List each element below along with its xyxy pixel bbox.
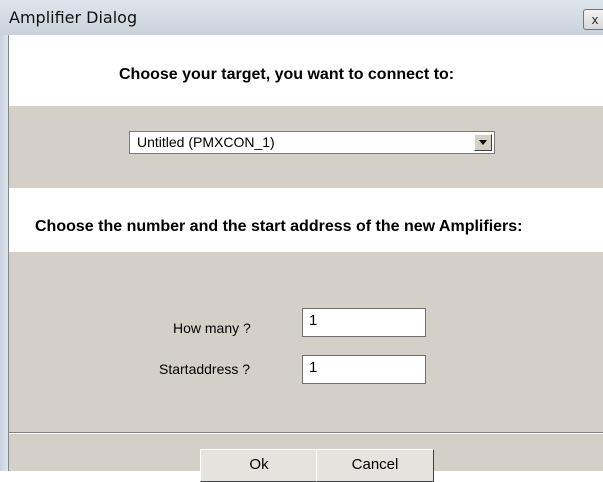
dropdown-toggle-button[interactable] [474, 134, 492, 151]
amplifier-dialog-window: Amplifier Dialog x Choose your target, y… [0, 0, 603, 482]
cancel-button[interactable]: Cancel [316, 449, 434, 482]
startaddress-label: Startaddress ? [159, 361, 251, 377]
close-button[interactable]: x [583, 9, 603, 30]
ok-button[interactable]: Ok [200, 449, 318, 482]
target-dropdown[interactable]: Untitled (PMXCON_1) [129, 131, 495, 154]
separator [9, 432, 603, 434]
target-dropdown-value: Untitled (PMXCON_1) [137, 134, 275, 150]
startaddress-input[interactable]: 1 [302, 355, 426, 384]
window-title: Amplifier Dialog [9, 8, 138, 27]
amplifier-heading: Choose the number and the start address … [35, 218, 523, 235]
window-frame-left [0, 35, 9, 471]
how-many-label: How many ? [173, 320, 251, 336]
dialog-content: Choose your target, you want to connect … [9, 35, 603, 482]
chevron-down-icon [479, 140, 487, 145]
title-bar[interactable]: Amplifier Dialog x [0, 0, 603, 36]
how-many-input[interactable]: 1 [302, 308, 426, 337]
target-heading: Choose your target, you want to connect … [119, 66, 455, 83]
close-icon: x [591, 12, 599, 27]
